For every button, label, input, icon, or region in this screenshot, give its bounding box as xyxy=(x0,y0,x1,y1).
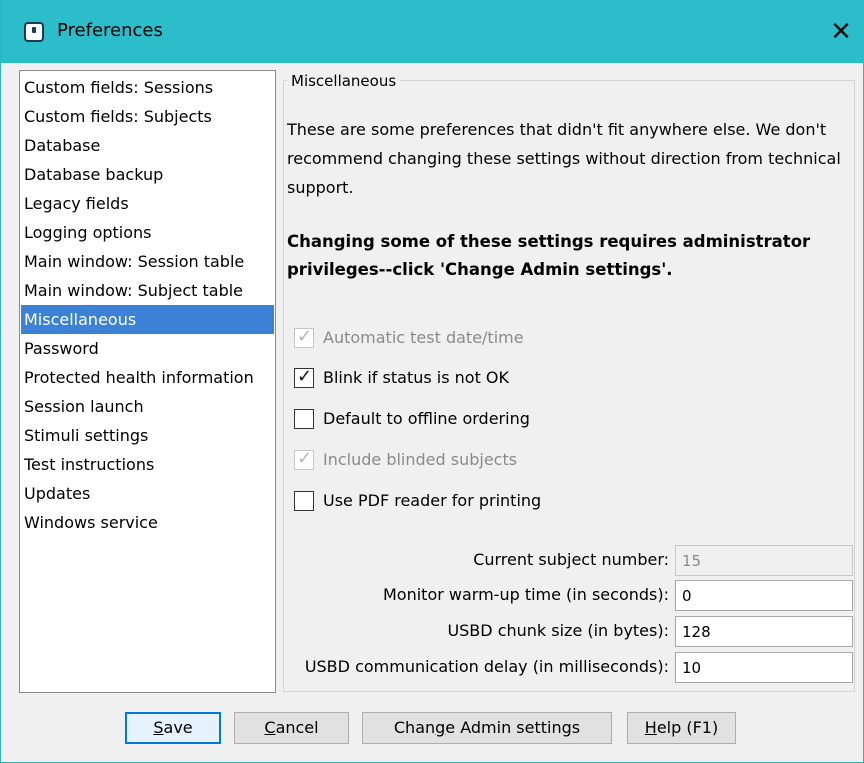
cancel-button[interactable]: Cancel xyxy=(234,712,349,744)
window-title: Preferences xyxy=(57,20,163,41)
usbd-delay-input[interactable] xyxy=(675,652,853,683)
nav-item-logging-options[interactable]: Logging options xyxy=(21,218,274,247)
preferences-dialog: Preferences ✕ Custom fields: Sessions Cu… xyxy=(0,0,864,763)
nav-item-test-instructions[interactable]: Test instructions xyxy=(21,450,274,479)
blink-status-checkbox[interactable]: ✓ xyxy=(294,366,314,388)
preferences-category-list[interactable]: Custom fields: Sessions Custom fields: S… xyxy=(19,70,276,693)
nav-item-database[interactable]: Database xyxy=(21,131,274,160)
offline-ordering-checkbox[interactable] xyxy=(294,409,314,429)
description-text: These are some preferences that didn't f… xyxy=(287,120,841,197)
automatic-test-date-label: Automatic test date/time xyxy=(323,328,524,347)
nav-item-password[interactable]: Password xyxy=(21,334,274,363)
nav-item-session-launch[interactable]: Session launch xyxy=(21,392,274,421)
nav-item-protected-health-information[interactable]: Protected health information xyxy=(21,363,274,392)
nav-item-windows-service[interactable]: Windows service xyxy=(21,508,274,537)
current-subject-number-label: Current subject number: xyxy=(473,550,669,569)
include-blinded-label: Include blinded subjects xyxy=(323,450,518,469)
pdf-reader-label[interactable]: Use PDF reader for printing xyxy=(323,490,541,512)
usbd-delay-label: USBD communication delay (in millisecond… xyxy=(304,657,669,676)
app-icon xyxy=(24,22,44,42)
nav-item-main-window-subject-table[interactable]: Main window: Subject table xyxy=(21,276,274,305)
include-blinded-checkbox: ✓ xyxy=(294,448,314,470)
save-button[interactable]: Save xyxy=(125,712,221,744)
admin-warning-text: Changing some of these settings requires… xyxy=(287,232,811,279)
nav-item-legacy-fields[interactable]: Legacy fields xyxy=(21,189,274,218)
nav-item-stimuli-settings[interactable]: Stimuli settings xyxy=(21,421,274,450)
offline-ordering-label[interactable]: Default to offline ordering xyxy=(323,408,530,430)
nav-item-updates[interactable]: Updates xyxy=(21,479,274,508)
blink-status-label[interactable]: Blink if status is not OK xyxy=(323,367,509,389)
current-subject-number-input xyxy=(675,545,853,576)
help-button[interactable]: Help (F1) xyxy=(627,712,736,744)
nav-item-miscellaneous[interactable]: Miscellaneous xyxy=(21,305,274,334)
usbd-chunk-size-label: USBD chunk size (in bytes): xyxy=(447,621,669,640)
title-bar: Preferences ✕ xyxy=(1,0,864,63)
usbd-chunk-size-input[interactable] xyxy=(675,616,853,647)
group-title: Miscellaneous xyxy=(287,72,401,90)
nav-item-custom-fields-subjects[interactable]: Custom fields: Subjects xyxy=(21,102,274,131)
monitor-warmup-label: Monitor warm-up time (in seconds): xyxy=(382,585,669,604)
nav-item-custom-fields-sessions[interactable]: Custom fields: Sessions xyxy=(21,73,274,102)
change-admin-settings-button[interactable]: Change Admin settings xyxy=(362,712,612,744)
pdf-reader-checkbox[interactable] xyxy=(294,491,314,511)
nav-item-main-window-session-table[interactable]: Main window: Session table xyxy=(21,247,274,276)
monitor-warmup-input[interactable] xyxy=(675,580,853,611)
nav-item-database-backup[interactable]: Database backup xyxy=(21,160,274,189)
automatic-test-date-checkbox: ✓ xyxy=(294,326,314,348)
close-icon[interactable]: ✕ xyxy=(821,14,861,50)
